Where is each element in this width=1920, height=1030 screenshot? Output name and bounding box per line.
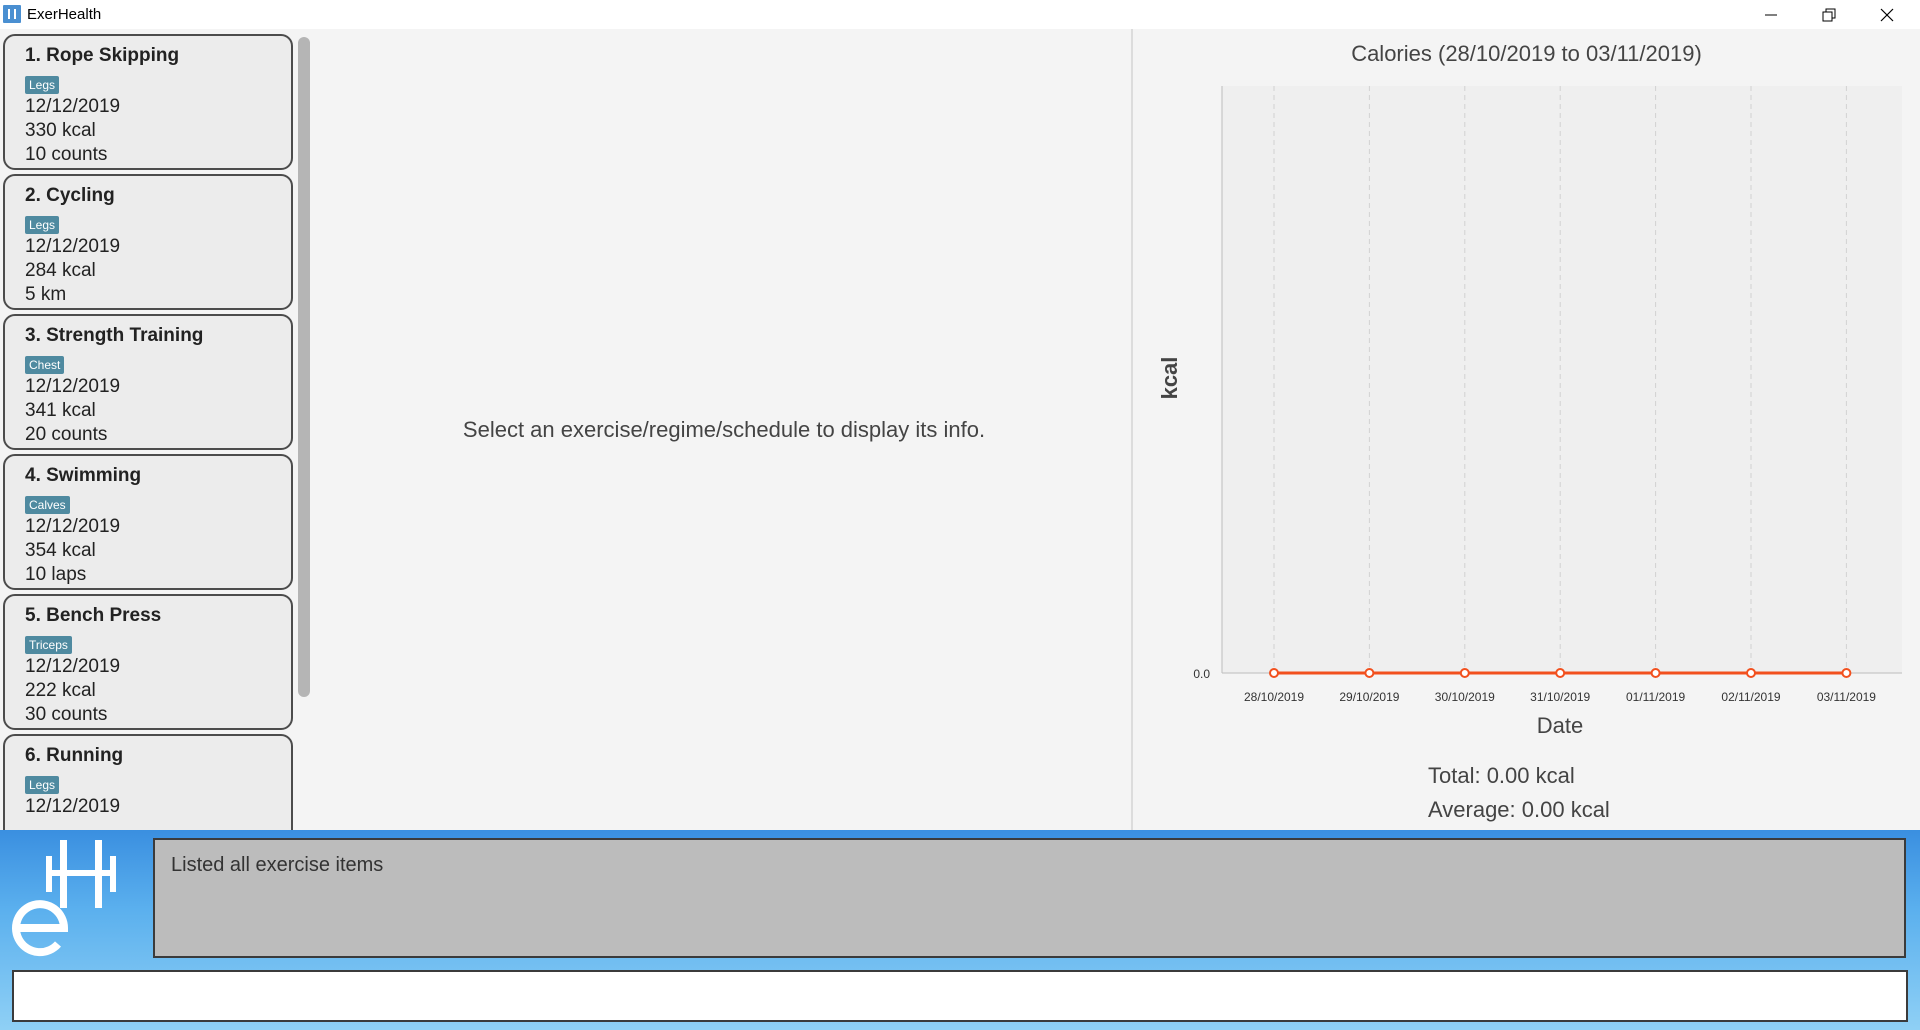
- close-icon: [1880, 8, 1894, 22]
- exercise-card[interactable]: 3. Strength Training Chest 12/12/2019 34…: [3, 314, 293, 450]
- chart-title: Calories (28/10/2019 to 03/11/2019): [1351, 41, 1702, 66]
- exercise-quantity: 20 counts: [25, 424, 108, 445]
- close-button[interactable]: [1858, 0, 1916, 29]
- minimize-icon: [1765, 14, 1777, 16]
- exercise-calories: 284 kcal: [25, 260, 96, 281]
- calorie-chart-panel: Calories (28/10/2019 to 03/11/2019): [1133, 29, 1920, 830]
- exercise-title: 2. Cycling: [25, 185, 115, 206]
- y-axis-label: kcal: [1157, 356, 1182, 400]
- window-title: ExerHealth: [27, 6, 102, 23]
- exercise-card[interactable]: 4. Swimming Calves 12/12/2019 354 kcal 1…: [3, 454, 293, 590]
- exercise-list[interactable]: 1. Rope Skipping Legs 12/12/2019 330 kca…: [0, 29, 316, 830]
- exercise-card[interactable]: 2. Cycling Legs 12/12/2019 284 kcal 5 km: [3, 174, 293, 310]
- exercise-date: 12/12/2019: [25, 656, 121, 677]
- exercise-title: 5. Bench Press: [25, 605, 162, 626]
- exercise-quantity: 10 laps: [25, 564, 87, 585]
- exerhealth-logo: [12, 840, 116, 957]
- muscle-tag: Legs: [25, 76, 60, 94]
- exercise-card[interactable]: 1. Rope Skipping Legs 12/12/2019 330 kca…: [3, 34, 293, 170]
- minimize-button[interactable]: [1742, 0, 1800, 29]
- restore-button[interactable]: [1800, 0, 1858, 29]
- x-axis-label: Date: [1536, 713, 1584, 738]
- exercise-card[interactable]: 6. Running Legs 12/12/2019: [3, 734, 293, 830]
- result-message: Listed all exercise items: [171, 854, 384, 876]
- exercise-date: 12/12/2019: [25, 516, 121, 537]
- exercise-date: 12/12/2019: [25, 376, 121, 397]
- exercise-calories: 354 kcal: [25, 540, 96, 561]
- muscle-tag: Chest: [25, 356, 65, 374]
- result-display: Listed all exercise items: [153, 838, 1906, 958]
- exercise-date: 12/12/2019: [25, 796, 121, 817]
- muscle-tag: Legs: [25, 216, 60, 234]
- muscle-tag: Calves: [25, 496, 70, 514]
- total-calories: Total: 0.00 kcal: [1428, 763, 1575, 788]
- exercise-calories: 222 kcal: [25, 680, 96, 701]
- command-input[interactable]: [12, 970, 1908, 1022]
- info-panel: Select an exercise/regime/schedule to di…: [316, 29, 1132, 830]
- muscle-tag: Legs: [25, 776, 60, 794]
- exercise-date: 12/12/2019: [25, 236, 121, 257]
- exercise-quantity: 5 km: [25, 284, 67, 305]
- exercise-calories: 330 kcal: [25, 120, 96, 141]
- exercise-title: 4. Swimming: [25, 465, 142, 486]
- exercise-title: 6. Running: [25, 745, 124, 766]
- exercise-quantity: 10 counts: [25, 144, 108, 165]
- exercise-title: 3. Strength Training: [25, 325, 204, 346]
- title-bar: ExerHealth: [0, 0, 1920, 29]
- exercise-date: 12/12/2019: [25, 96, 121, 117]
- exercise-quantity: 30 counts: [25, 704, 108, 725]
- app-icon: [3, 5, 21, 23]
- exercise-calories: 341 kcal: [25, 400, 96, 421]
- average-calories: Average: 0.00 kcal: [1428, 797, 1610, 822]
- muscle-tag: Triceps: [25, 636, 72, 654]
- exercise-card[interactable]: 5. Bench Press Triceps 12/12/2019 222 kc…: [3, 594, 293, 730]
- info-placeholder: Select an exercise/regime/schedule to di…: [462, 417, 986, 442]
- app-window: ExerHealth 1. Rope Skipping Legs 12/12/2…: [0, 0, 1920, 1030]
- list-scrollbar-thumb[interactable]: [298, 37, 310, 697]
- restore-icon: [1822, 8, 1836, 22]
- exercise-title: 1. Rope Skipping: [25, 45, 180, 66]
